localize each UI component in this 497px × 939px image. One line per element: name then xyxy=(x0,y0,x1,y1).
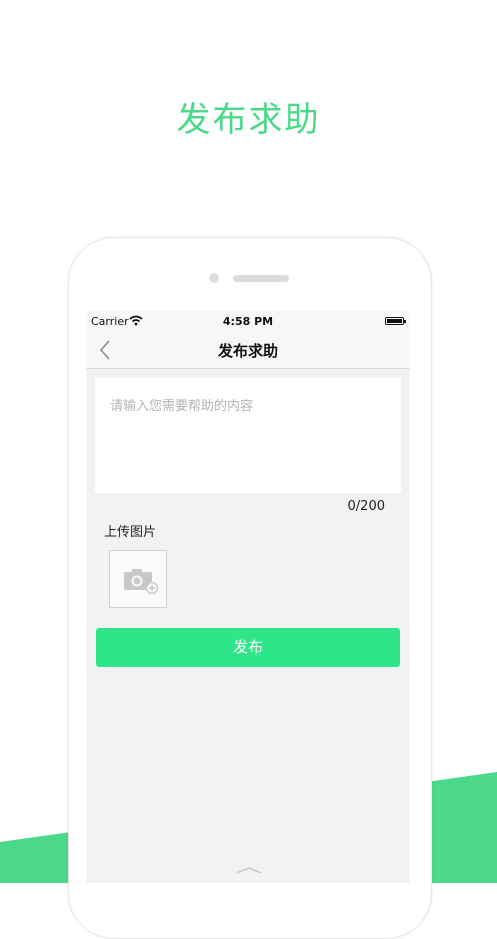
upload-image-button[interactable] xyxy=(109,550,167,608)
phone-speaker xyxy=(233,275,289,282)
app-screen: Carrier 4:58 PM 发布求助 请输入您需要帮助的内容 0/200 上… xyxy=(86,311,410,883)
nav-bar: 发布求助 xyxy=(86,331,410,369)
battery-icon xyxy=(385,317,406,325)
hero-title: 发布求助 xyxy=(176,100,321,140)
char-counter: 0/200 xyxy=(347,499,385,514)
chevron-up-icon[interactable] xyxy=(236,865,262,875)
camera-add-icon xyxy=(124,569,158,594)
status-time: 4:58 PM xyxy=(222,315,274,328)
upload-image-label: 上传图片 xyxy=(104,525,157,540)
help-content-placeholder: 请输入您需要帮助的内容 xyxy=(110,399,254,414)
publish-button[interactable]: 发布 xyxy=(96,628,400,667)
page-title: 发布求助 xyxy=(217,342,278,360)
status-bar: Carrier 4:58 PM xyxy=(86,311,410,331)
phone-camera-dot xyxy=(209,273,219,283)
